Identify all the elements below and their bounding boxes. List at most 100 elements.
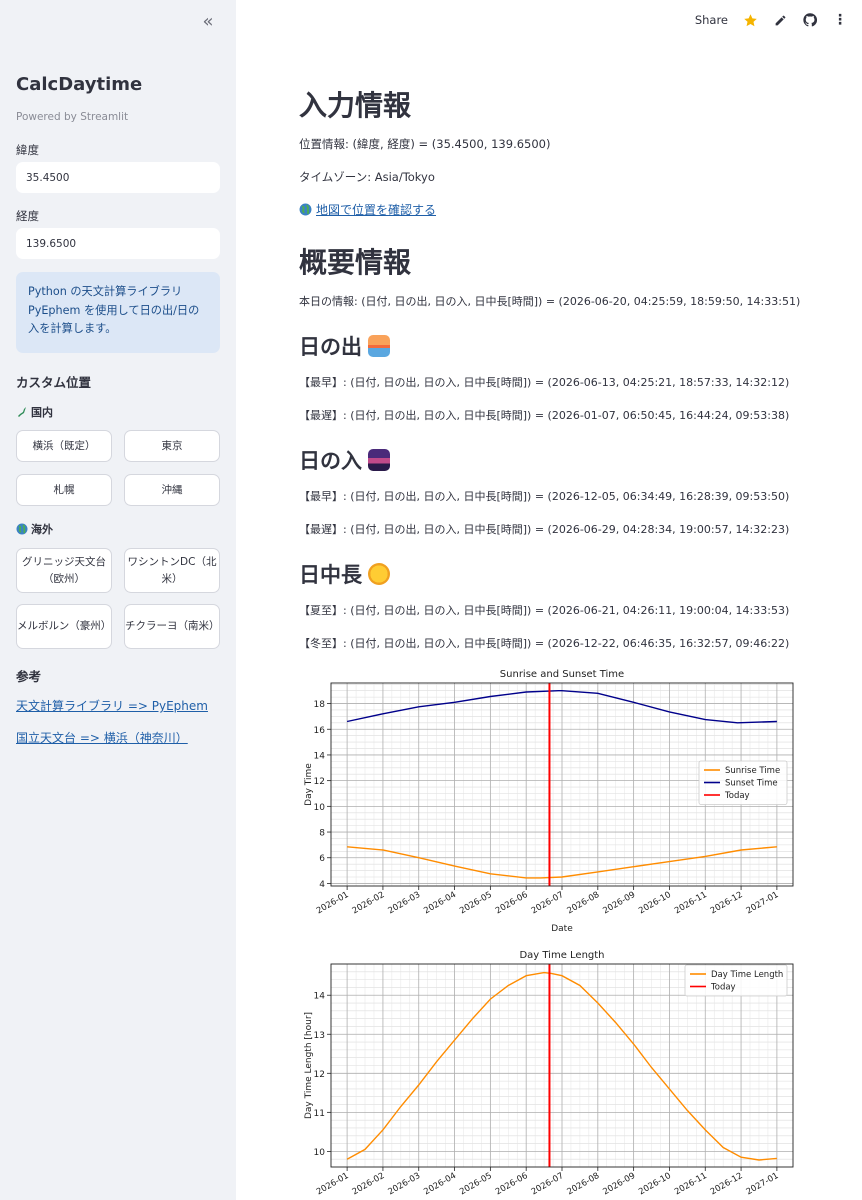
y-tick-label: 11 [314, 1109, 325, 1119]
summer-solstice-text: 【夏至】: (日付, 日の出, 日の入, 日中長[時間]) = (2026-06… [299, 604, 790, 617]
legend-label: Sunset Time [725, 779, 778, 789]
sunset-heading-label: 日の入 [299, 449, 362, 473]
melbourne-button[interactable]: メルボルン（豪州） [16, 604, 112, 649]
position-text: 位置情報: (緯度, 経度) = (35.4500, 139.6500) [299, 137, 551, 151]
y-tick-label: 10 [314, 803, 326, 813]
pyephem-link[interactable]: 天文計算ライブラリ => PyEphem [16, 697, 208, 714]
summary-heading: 概要情報 [299, 246, 412, 279]
sunrise-heading-label: 日の出 [299, 335, 362, 359]
y-tick-label: 4 [319, 880, 325, 890]
x-tick-label: 2026-08 [566, 890, 602, 916]
sunset-heading: 日の入 [299, 445, 390, 475]
legend-label: Sunrise Time [725, 766, 780, 776]
japan-map-icon [18, 407, 26, 417]
main-content: 入力情報 位置情報: (緯度, 経度) = (35.4500, 139.6500… [236, 0, 862, 1200]
y-tick-label: 13 [314, 1031, 325, 1041]
y-tick-label: 18 [314, 700, 326, 710]
sunset-latest-text: 【最遅】: (日付, 日の出, 日の入, 日中長[時間]) = (2026-06… [299, 523, 790, 536]
x-tick-label: 2026-07 [530, 890, 566, 916]
map-link-label[interactable]: 地図で位置を確認する [316, 201, 436, 218]
x-tick-label: 2026-06 [494, 1171, 530, 1197]
sunrise-heading: 日の出 [299, 331, 390, 361]
greenwich-button[interactable]: グリニッジ天文台（欧州） [16, 548, 112, 593]
globe-icon [299, 203, 312, 216]
tokyo-button[interactable]: 東京 [124, 430, 220, 462]
washington-button[interactable]: ワシントンDC（北米） [124, 548, 220, 593]
y-tick-label: 10 [314, 1148, 326, 1158]
latitude-label: 緯度 [16, 143, 39, 157]
sunset-city-icon [368, 449, 390, 471]
y-tick-label: 14 [314, 992, 326, 1002]
sunrise-sunset-chart: Sunrise and Sunset Time 4 6 8 10 12 14 16 18 2026… [299, 664, 799, 936]
x-tick-label: 2026-12 [709, 890, 745, 916]
y-tick-label: 12 [314, 777, 325, 787]
x-tick-label: 2026-11 [673, 890, 709, 916]
legend-label: Today [724, 791, 750, 801]
daylength-heading: 日中長 [299, 559, 390, 589]
overseas-heading: 海外 [16, 521, 53, 537]
sidebar: « CalcDaytime Powered by Streamlit 緯度 経度… [0, 0, 236, 1200]
winter-solstice-text: 【冬至】: (日付, 日の出, 日の入, 日中長[時間]) = (2026-12… [299, 637, 790, 650]
input-info-heading: 入力情報 [299, 89, 412, 122]
x-tick-label: 2027-01 [745, 890, 781, 916]
chart-title: Sunrise and Sunset Time [500, 669, 624, 680]
latitude-input[interactable] [16, 162, 220, 193]
y-axis-label: Day Time Length [hour] [304, 1012, 314, 1119]
collapse-sidebar-icon[interactable]: « [198, 12, 218, 32]
y-tick-label: 8 [319, 829, 325, 839]
x-axis-label: Date [551, 924, 573, 934]
x-tick-label: 2026-04 [422, 890, 458, 916]
x-tick-label: 2026-03 [386, 890, 422, 916]
x-tick-label: 2026-03 [386, 1171, 422, 1197]
x-tick-label: 2026-05 [458, 1171, 494, 1197]
chiclayo-button[interactable]: チクラーヨ（南米） [124, 604, 220, 649]
sunrise-earliest-text: 【最早】: (日付, 日の出, 日の入, 日中長[時間]) = (2026-06… [299, 376, 790, 389]
x-tick-label: 2026-10 [637, 1171, 673, 1197]
timezone-text: タイムゾーン: Asia/Tokyo [299, 170, 435, 184]
okinawa-button[interactable]: 沖縄 [124, 474, 220, 506]
x-tick-label: 2026-05 [458, 890, 494, 916]
x-tick-label: 2026-01 [315, 1171, 351, 1197]
map-link[interactable]: 地図で位置を確認する [299, 201, 436, 218]
today-info-text: 本日の情報: (日付, 日の出, 日の入, 日中長[時間]) = (2026-0… [299, 295, 801, 308]
custom-location-heading: カスタム位置 [16, 375, 92, 390]
yokohama-button[interactable]: 横浜（既定） [16, 430, 112, 462]
y-tick-label: 12 [314, 1070, 325, 1080]
legend-label: Day Time Length [711, 970, 783, 980]
daylength-chart: Day Time Length 10 11 12 13 14 2026-01 2026-02 2… [299, 945, 799, 1200]
x-tick-label: 2026-04 [422, 1171, 458, 1197]
longitude-input[interactable] [16, 228, 220, 259]
reference-heading: 参考 [16, 669, 42, 684]
x-tick-label: 2026-12 [709, 1171, 745, 1197]
x-tick-label: 2026-11 [673, 1171, 709, 1197]
x-tick-label: 2027-01 [745, 1171, 781, 1197]
powered-by: Powered by Streamlit [16, 111, 129, 123]
sunset-earliest-text: 【最早】: (日付, 日の出, 日の入, 日中長[時間]) = (2026-12… [299, 490, 790, 503]
globe-icon [16, 523, 28, 535]
domestic-label: 国内 [31, 406, 53, 419]
sunrise-latest-text: 【最遅】: (日付, 日の出, 日の入, 日中長[時間]) = (2026-01… [299, 409, 790, 422]
x-tick-label: 2026-08 [566, 1171, 602, 1197]
x-tick-label: 2026-06 [494, 890, 530, 916]
y-tick-label: 6 [319, 854, 325, 864]
naoj-link[interactable]: 国立天文台 => 横浜（神奈川） [16, 729, 188, 746]
x-tick-label: 2026-09 [601, 890, 637, 916]
x-tick-label: 2026-09 [601, 1171, 637, 1197]
sun-face-icon [368, 563, 390, 585]
info-box: Python の天文計算ライブラリ PyEphem を使用して日の出/日の入を計… [16, 272, 220, 353]
x-tick-label: 2026-01 [315, 890, 351, 916]
y-tick-label: 14 [314, 751, 326, 761]
x-tick-label: 2026-02 [351, 1171, 387, 1197]
x-tick-label: 2026-07 [530, 1171, 566, 1197]
y-axis-label: Day Time [304, 763, 314, 806]
x-tick-label: 2026-10 [637, 890, 673, 916]
app-title: CalcDaytime [16, 74, 143, 95]
sunrise-icon [368, 335, 390, 357]
overseas-label: 海外 [31, 523, 53, 536]
y-tick-label: 16 [314, 726, 326, 736]
domestic-heading: 国内 [16, 404, 53, 420]
longitude-label: 経度 [16, 209, 39, 223]
x-tick-label: 2026-02 [351, 890, 387, 916]
daylength-heading-label: 日中長 [299, 563, 362, 587]
sapporo-button[interactable]: 札幌 [16, 474, 112, 506]
